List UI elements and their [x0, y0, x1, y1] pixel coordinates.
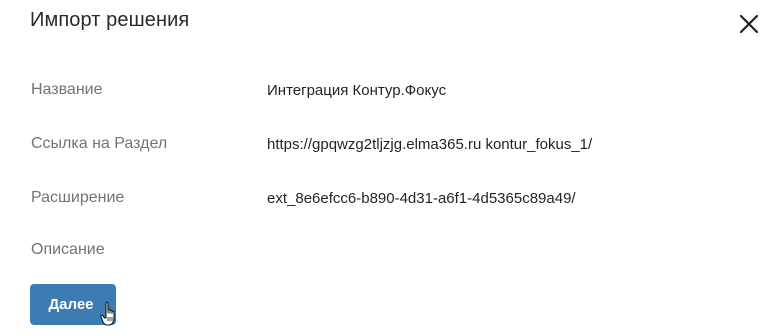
dialog-title: Импорт решения	[30, 9, 190, 31]
field-extension-label: Расширение	[31, 189, 125, 206]
close-button[interactable]	[737, 12, 761, 36]
import-solution-dialog: Импорт решения Название Интеграция Конту…	[0, 0, 779, 335]
next-button[interactable]: Далее	[30, 284, 116, 325]
field-section-link-label: Ссылка на Раздел	[31, 135, 168, 152]
field-section-link-row: Ссылка на Раздел https://gpqwzg2tljzjg.e…	[0, 135, 779, 157]
field-name-row: Название Интеграция Контур.Фокус	[0, 81, 779, 103]
field-name-label: Название	[31, 81, 103, 98]
field-extension-row: Расширение ext_8e6efcc6-b890-4d31-a6f1-4…	[0, 189, 779, 211]
field-extension-value: ext_8e6efcc6-b890-4d31-a6f1-4d5365c89a49…	[267, 190, 576, 207]
field-name-value: Интеграция Контур.Фокус	[267, 82, 447, 99]
close-icon	[739, 14, 759, 34]
field-description-row: Описание	[0, 241, 779, 263]
field-description-label: Описание	[31, 241, 105, 258]
field-section-link-value: https://gpqwzg2tljzjg.elma365.ru kontur_…	[267, 136, 593, 153]
